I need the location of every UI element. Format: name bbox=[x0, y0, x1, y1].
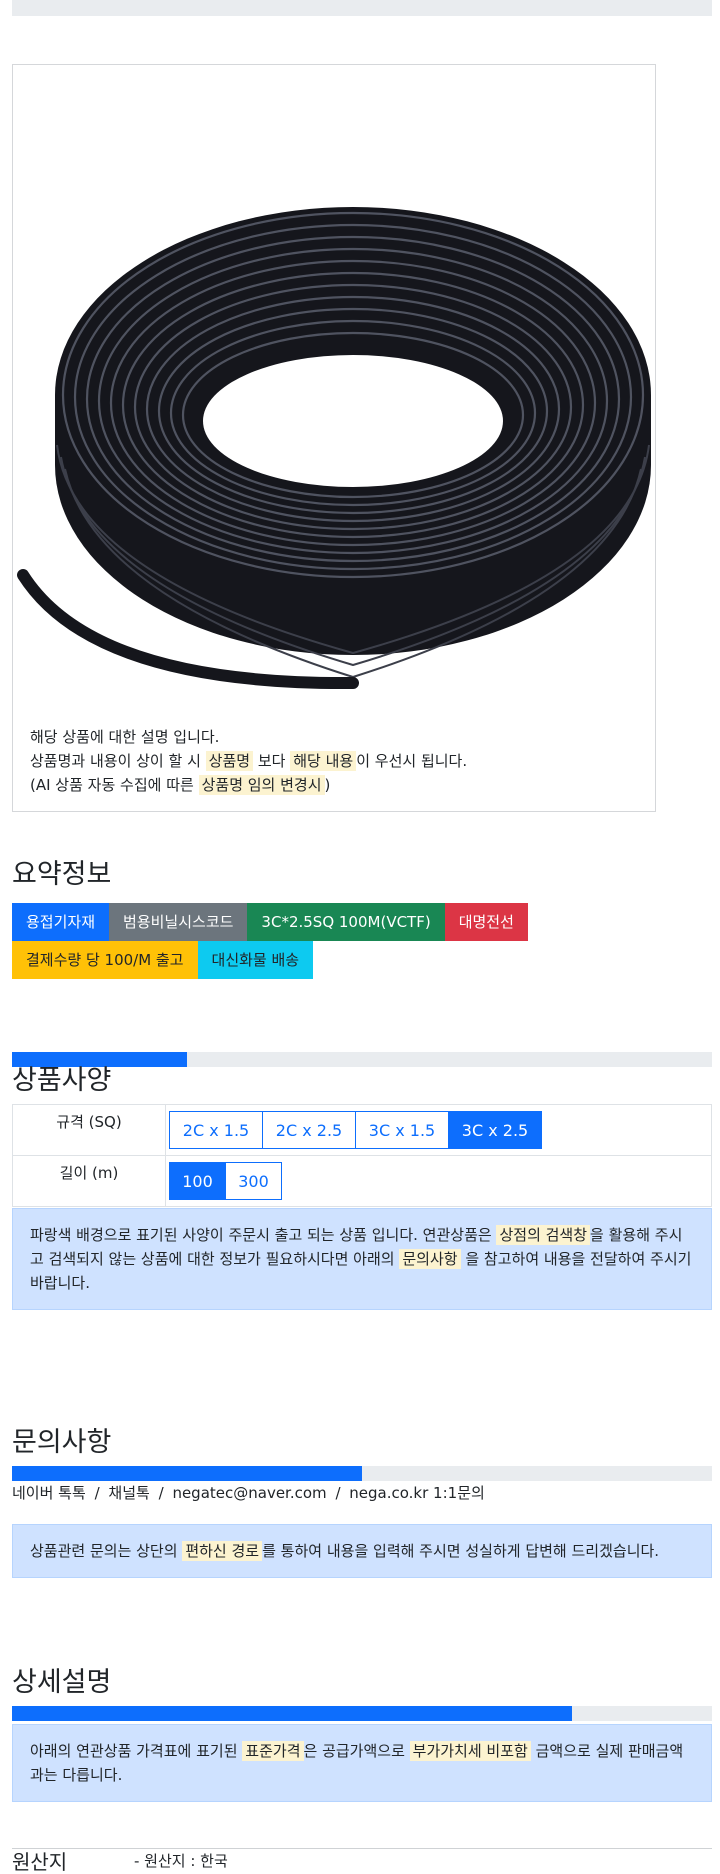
badge-shipping: 대신화물 배송 bbox=[197, 941, 314, 979]
inquiry-progress bbox=[12, 1466, 712, 1481]
badge-category: 용접기자재 bbox=[12, 903, 110, 941]
product-image bbox=[17, 207, 651, 690]
spec-notice: 파랑색 배경으로 표기된 사양이 주문시 출고 되는 상품 입니다. 연관상품은… bbox=[12, 1208, 712, 1310]
origin-divider bbox=[12, 1848, 712, 1849]
badge-model: 3C*2.5SQ 100M(VCTF) bbox=[247, 903, 445, 941]
separator: / bbox=[94, 1484, 100, 1502]
spec-row-length: 길이 (m) 100 300 bbox=[12, 1155, 712, 1207]
origin-value: - 원산지 : 한국 bbox=[134, 1852, 228, 1870]
summary-badges: 용접기자재 범용비닐시스코드 3C*2.5SQ 100M(VCTF) 대명전선 … bbox=[12, 903, 712, 979]
highlight-standard-price: 표준가격 bbox=[242, 1741, 304, 1761]
spec-title: 상품사양 bbox=[12, 1065, 112, 1096]
desc-line-3: (AI 상품 자동 수집에 따른 상품명 임의 변경시) bbox=[30, 775, 331, 795]
option-3c-2-5[interactable]: 3C x 2.5 bbox=[448, 1111, 542, 1149]
desc-line-2: 상품명과 내용이 상이 할 시 상품명 보다 해당 내용 이 우선시 됩니다. bbox=[30, 751, 468, 771]
option-2c-1-5[interactable]: 2C x 1.5 bbox=[169, 1111, 263, 1149]
highlight-inquiry: 문의사항 bbox=[399, 1249, 461, 1269]
option-length-300[interactable]: 300 bbox=[225, 1162, 282, 1200]
channel-naver-talk[interactable]: 네이버 톡톡 bbox=[12, 1484, 86, 1502]
spec-row-size: 규격 (SQ) 2C x 1.5 2C x 2.5 3C x 1.5 3C x … bbox=[12, 1104, 712, 1156]
spec-label-length: 길이 (m) bbox=[13, 1156, 166, 1206]
spec-progress bbox=[12, 1052, 712, 1067]
inquiry-progress-fill bbox=[12, 1466, 362, 1481]
product-card: 해당 상품에 대한 설명 입니다. 상품명과 내용이 상이 할 시 상품명 보다… bbox=[12, 64, 656, 812]
inquiry-title: 문의사항 bbox=[12, 1427, 112, 1458]
detail-title: 상세설명 bbox=[12, 1667, 112, 1698]
option-length-100[interactable]: 100 bbox=[169, 1162, 226, 1200]
top-bar bbox=[12, 0, 712, 16]
separator: / bbox=[158, 1484, 164, 1502]
highlight-rename: 상품명 임의 변경시 bbox=[198, 775, 325, 795]
separator: / bbox=[335, 1484, 341, 1502]
highlight-route: 편하신 경로 bbox=[182, 1541, 263, 1561]
channel-email[interactable]: negatec@naver.com bbox=[172, 1484, 326, 1502]
highlight-vat: 부가가치세 비포함 bbox=[409, 1741, 531, 1761]
highlight-content: 해당 내용 bbox=[290, 751, 357, 771]
badge-type: 범용비닐시스코드 bbox=[109, 903, 248, 941]
inquiry-notice: 상품관련 문의는 상단의 편하신 경로 를 통하여 내용을 입력해 주시면 성실하… bbox=[12, 1524, 712, 1578]
detail-progress-fill bbox=[12, 1706, 572, 1721]
origin-label: 원산지 bbox=[12, 1850, 68, 1874]
product-description: 해당 상품에 대한 설명 입니다. 상품명과 내용이 상이 할 시 상품명 보다… bbox=[30, 725, 467, 797]
highlight-product-name: 상품명 bbox=[205, 751, 254, 771]
channel-site-inquiry[interactable]: nega.co.kr 1:1문의 bbox=[349, 1484, 485, 1502]
option-3c-1-5[interactable]: 3C x 1.5 bbox=[355, 1111, 449, 1149]
badge-brand: 대명전선 bbox=[444, 903, 528, 941]
detail-progress bbox=[12, 1706, 712, 1721]
channel-channeltalk[interactable]: 채널톡 bbox=[108, 1484, 149, 1502]
summary-title: 요약정보 bbox=[12, 859, 112, 890]
highlight-search: 상점의 검색창 bbox=[496, 1225, 591, 1245]
spec-label-size: 규격 (SQ) bbox=[13, 1105, 166, 1155]
desc-line-1: 해당 상품에 대한 설명 입니다. bbox=[30, 728, 220, 746]
option-2c-2-5[interactable]: 2C x 2.5 bbox=[262, 1111, 356, 1149]
contact-channels: 네이버 톡톡 / 채널톡 / negatec@naver.com / nega.… bbox=[12, 1482, 485, 1503]
detail-notice: 아래의 연관상품 가격표에 표기된 표준가격 은 공급가액으로 부가가치세 비포함… bbox=[12, 1724, 712, 1802]
badge-quantity: 결제수량 당 100/M 출고 bbox=[12, 941, 198, 979]
